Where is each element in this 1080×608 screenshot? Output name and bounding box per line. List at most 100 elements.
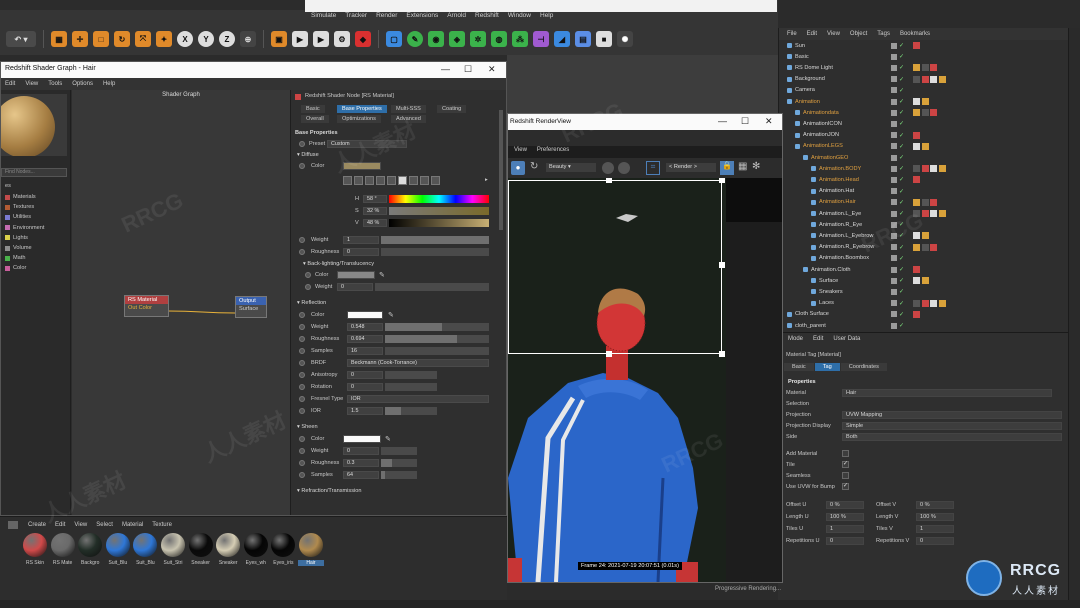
keyframe-dot[interactable] (299, 408, 305, 414)
reflection-weight-field[interactable]: 0.548 (347, 323, 383, 331)
axis-y-icon[interactable]: Y (198, 31, 214, 47)
visibility-toggle[interactable] (891, 165, 897, 172)
object-name[interactable]: AnimationGEO (811, 155, 848, 161)
render-start-icon[interactable]: ● (511, 161, 525, 175)
tag-icon[interactable] (921, 165, 929, 173)
object-row[interactable]: Laces ✓ (779, 298, 1069, 309)
menu-mode[interactable]: Mode (788, 336, 803, 342)
keyframe-dot[interactable] (299, 448, 305, 454)
keyframe-dot[interactable] (299, 249, 305, 255)
repetitions-v-field[interactable]: 0 (916, 537, 954, 545)
scale-icon[interactable]: □ (93, 31, 109, 47)
object-row[interactable]: AnimationGEO ✓ (779, 152, 1069, 163)
backlight-weight-slider[interactable] (375, 283, 489, 291)
object-name[interactable]: AnimationICON (803, 121, 842, 127)
keyframe-dot[interactable] (299, 141, 305, 147)
menu-help[interactable]: Help (540, 12, 553, 26)
object-row[interactable]: Animation.BODY ✓ (779, 163, 1069, 174)
menu-view[interactable]: View (25, 81, 38, 87)
object-name[interactable]: Animation.BODY (819, 166, 861, 172)
reflection-roughness-slider[interactable] (385, 335, 489, 343)
keyframe-dot[interactable] (299, 372, 305, 378)
visibility-toggle[interactable] (891, 244, 897, 251)
reflection-samples-field[interactable]: 16 (347, 347, 383, 355)
enabled-check-icon[interactable]: ✓ (899, 42, 904, 49)
menu-view[interactable]: View (514, 147, 527, 153)
region-handle[interactable] (606, 178, 612, 183)
tiles-v-field[interactable]: 1 (916, 525, 954, 533)
move-icon[interactable]: ✛ (72, 31, 88, 47)
menu-tools[interactable]: Tools (48, 81, 62, 87)
keyframe-dot[interactable] (299, 384, 305, 390)
keyframe-dot[interactable] (299, 324, 305, 330)
keyframe-dot[interactable] (305, 284, 311, 290)
enabled-check-icon[interactable]: ✓ (899, 244, 904, 251)
visibility-toggle[interactable] (891, 199, 897, 206)
object-name[interactable]: Animation.Hat (819, 188, 854, 194)
object-name[interactable]: Animation.L_Eyebrow (819, 233, 873, 239)
eyedropper-icon[interactable]: ✎ (379, 271, 385, 279)
tag-icon[interactable] (921, 64, 929, 72)
enabled-check-icon[interactable]: ✓ (899, 199, 904, 206)
object-row[interactable]: Animation.L_Eye ✓ (779, 208, 1069, 219)
properties-scrollbar[interactable] (499, 110, 503, 230)
diffuse-roughness-field[interactable]: 0 (343, 248, 379, 256)
tag-icon[interactable] (930, 64, 937, 72)
object-name[interactable]: Laces (819, 300, 834, 306)
menu-simulate[interactable]: Simulate (311, 12, 336, 26)
tab-coating[interactable]: Coating (437, 105, 467, 113)
reflection-color-swatch[interactable] (347, 311, 383, 319)
object-row[interactable]: AnimationLEGS ✓ (779, 141, 1069, 152)
visibility-toggle[interactable] (891, 300, 897, 307)
add-material-checkbox[interactable] (842, 450, 849, 457)
menu-help[interactable]: Help (103, 81, 115, 87)
visibility-toggle[interactable] (891, 288, 897, 295)
object-name[interactable]: Sneakers (819, 289, 843, 295)
tab-tag[interactable]: Tag (814, 363, 840, 371)
sheen-weight-field[interactable]: 0 (343, 447, 379, 455)
offset-u-field[interactable]: 0 % (826, 501, 864, 509)
object-row[interactable]: Animation.Head ✓ (779, 174, 1069, 185)
keyframe-dot[interactable] (299, 436, 305, 442)
tiles-u-field[interactable]: 1 (826, 525, 864, 533)
enabled-check-icon[interactable]: ✓ (899, 221, 904, 228)
lock-icon[interactable]: 🔒 (720, 161, 734, 175)
object-row[interactable]: AnimationICON ✓ (779, 118, 1069, 129)
tag-icon[interactable] (921, 142, 929, 150)
hue-slider[interactable] (389, 195, 489, 203)
visibility-toggle[interactable] (891, 266, 897, 273)
tag-icon[interactable] (921, 98, 929, 106)
node-output[interactable]: Output Surface (235, 296, 267, 318)
material-thumbnail[interactable]: Suit_Blu (132, 533, 158, 566)
sheen-weight-slider[interactable] (381, 447, 417, 455)
tag-icon[interactable] (921, 210, 929, 218)
rotate-icon[interactable]: ↻ (114, 31, 130, 47)
picker-mode-icon[interactable] (343, 176, 352, 185)
object-name[interactable]: Animation.Cloth (811, 267, 851, 273)
redshift-icon[interactable]: ◆ (355, 31, 371, 47)
keyframe-dot[interactable] (299, 360, 305, 366)
picker-mode-icon[interactable] (354, 176, 363, 185)
menu-extensions[interactable]: Extensions (406, 12, 438, 26)
menu-user-data[interactable]: User Data (833, 336, 860, 342)
tag-icon[interactable] (913, 277, 920, 285)
side-select[interactable]: Both (842, 433, 1062, 441)
render-picture-icon[interactable]: ▶ (313, 31, 329, 47)
keyframe-dot[interactable] (299, 163, 305, 169)
tag-icon[interactable] (913, 98, 920, 106)
maximize-icon[interactable]: ☐ (741, 116, 749, 127)
visibility-toggle[interactable] (891, 64, 897, 71)
sheen-color-swatch[interactable] (343, 435, 381, 443)
node-rs-material[interactable]: RS Material Out Color (124, 295, 169, 317)
ior-slider[interactable] (385, 407, 437, 415)
tag-icon[interactable] (930, 243, 937, 251)
tab-overall[interactable]: Overall (301, 115, 329, 123)
diffuse-roughness-slider[interactable] (381, 248, 489, 256)
region-handle[interactable] (719, 351, 725, 357)
tag-icon[interactable] (913, 232, 920, 240)
generator-icon[interactable]: ◈ (449, 31, 465, 47)
picker-mode-icon[interactable] (398, 176, 407, 185)
material-thumbnail[interactable]: Suit_Blu (105, 533, 131, 566)
visibility-toggle[interactable] (891, 154, 897, 161)
enabled-check-icon[interactable]: ✓ (899, 188, 904, 195)
